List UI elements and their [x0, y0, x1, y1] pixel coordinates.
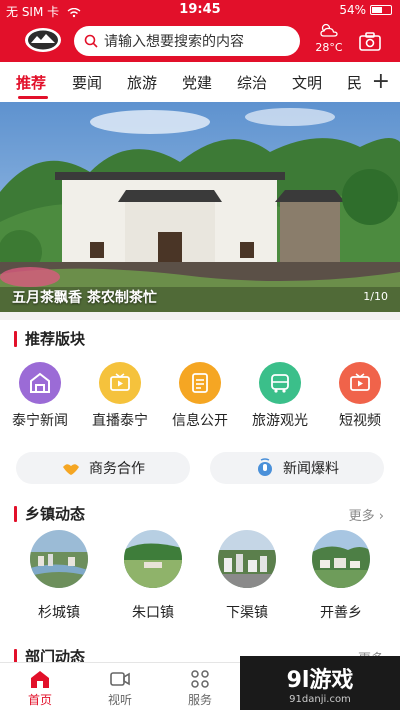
- document-icon: [179, 362, 221, 404]
- status-bar: 无 SIM 卡 19:45 54%: [0, 0, 400, 22]
- mic-icon: [258, 458, 272, 476]
- block-tourism[interactable]: 旅游观光: [240, 362, 320, 430]
- video-camera-icon: [110, 672, 130, 686]
- battery-indicator: 54%: [339, 3, 392, 17]
- town-label: 下渠镇: [226, 605, 268, 621]
- camera-icon[interactable]: [358, 30, 382, 52]
- town-photo: [124, 530, 182, 588]
- temperature-label: 28°C: [315, 41, 343, 54]
- tab-news[interactable]: 要闻: [72, 72, 102, 93]
- tab-governance[interactable]: 综治: [237, 72, 267, 93]
- nav-audio-video[interactable]: 视听: [90, 669, 150, 708]
- tab-party[interactable]: 党建: [182, 72, 212, 93]
- block-label: 短视频: [339, 413, 381, 429]
- block-live-taining[interactable]: 直播泰宁: [80, 362, 160, 430]
- town-xiaqu[interactable]: 下渠镇: [207, 530, 287, 622]
- section-title-text: 推荐版块: [25, 330, 86, 348]
- top-bar: 无 SIM 卡 19:45 54% 请输入想要搜索的内容 28°C: [0, 0, 400, 62]
- town-kaishan[interactable]: 开善乡: [301, 530, 381, 622]
- town-shancheng[interactable]: 杉城镇: [19, 530, 99, 622]
- tab-travel[interactable]: 旅游: [127, 72, 157, 93]
- search-icon: [84, 34, 98, 48]
- block-label: 直播泰宁: [92, 413, 148, 429]
- weather-widget[interactable]: 28°C: [312, 22, 346, 54]
- news-tip-button[interactable]: 新闻爆料: [210, 452, 384, 484]
- town-label: 朱口镇: [132, 605, 174, 621]
- town-zhukou[interactable]: 朱口镇: [113, 530, 193, 622]
- category-tabs: 推荐 要闻 旅游 党建 综治 文明 民 +: [0, 62, 400, 102]
- nav-home[interactable]: 首页: [10, 669, 70, 708]
- bus-icon: [259, 362, 301, 404]
- tab-civility[interactable]: 文明: [292, 72, 322, 93]
- tab-people[interactable]: 民: [347, 72, 362, 93]
- town-label: 杉城镇: [38, 605, 80, 621]
- search-input[interactable]: 请输入想要搜索的内容: [74, 26, 300, 56]
- cloud-sun-icon: [320, 23, 338, 37]
- house-icon: [19, 362, 61, 404]
- banner-caption: 五月茶飘香 茶农制茶忙: [12, 290, 157, 306]
- watermark-logo: 9l游戏 91danji.com: [240, 656, 400, 710]
- section-marker: [14, 505, 17, 522]
- block-short-video[interactable]: 短视频: [320, 362, 400, 430]
- pill-label: 新闻爆料: [283, 461, 339, 477]
- section-title-towns: 乡镇动态: [14, 503, 85, 524]
- active-tab-indicator: [18, 96, 48, 99]
- block-info-disclosure[interactable]: 信息公开: [160, 362, 240, 430]
- section-title-text: 乡镇动态: [25, 505, 86, 523]
- block-label: 信息公开: [172, 413, 228, 429]
- watermark-brand: 9l游戏: [286, 667, 354, 693]
- town-photo: [218, 530, 276, 588]
- pill-label: 商务合作: [89, 461, 145, 477]
- battery-icon: [370, 5, 392, 15]
- nav-service[interactable]: 服务: [170, 669, 230, 708]
- section-title-recommend: 推荐版块: [14, 328, 85, 349]
- banner-page-indicator: 1/10: [363, 290, 388, 303]
- towns-more-link[interactable]: 更多 ›: [349, 505, 384, 524]
- block-label: 旅游观光: [252, 413, 308, 429]
- add-tab-icon[interactable]: +: [372, 69, 390, 94]
- business-cooperation-button[interactable]: 商务合作: [16, 452, 190, 484]
- town-photo: [312, 530, 370, 588]
- grid-icon: [191, 670, 209, 688]
- banner-carousel[interactable]: 五月茶飘香 茶农制茶忙 1/10: [0, 102, 400, 312]
- town-photo: [30, 530, 88, 588]
- banner-image: [0, 102, 400, 312]
- video-icon: [339, 362, 381, 404]
- tv-play-icon: [99, 362, 141, 404]
- search-placeholder: 请输入想要搜索的内容: [104, 34, 244, 50]
- tab-recommend[interactable]: 推荐: [16, 72, 46, 93]
- battery-percent: 54%: [339, 3, 366, 17]
- block-taining-news[interactable]: 泰宁新闻: [0, 362, 80, 430]
- handshake-icon: [63, 464, 79, 475]
- block-label: 泰宁新闻: [12, 413, 68, 429]
- town-label: 开善乡: [320, 605, 362, 621]
- app-logo[interactable]: [24, 26, 62, 54]
- chevron-right-icon: ›: [378, 509, 384, 524]
- watermark-url: 91danji.com: [289, 693, 351, 705]
- home-icon: [31, 671, 49, 688]
- section-marker: [14, 330, 17, 347]
